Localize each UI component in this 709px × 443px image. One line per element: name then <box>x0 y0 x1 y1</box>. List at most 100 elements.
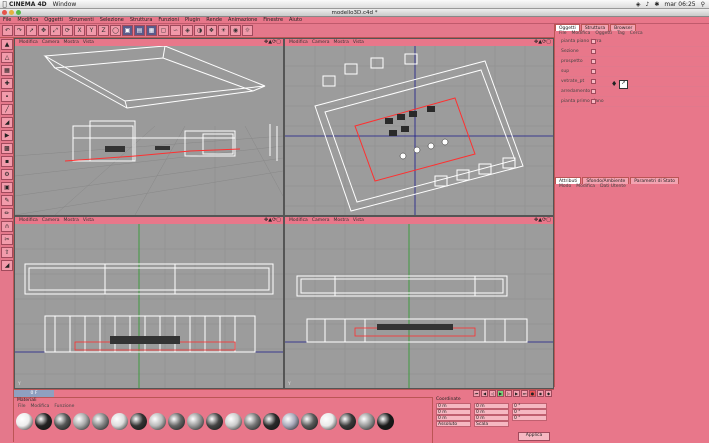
viewport-nav-icons[interactable]: ✥▲⟳▢ <box>264 217 281 224</box>
go-start-icon[interactable]: ⏮ <box>473 390 480 397</box>
visibility-icon[interactable] <box>591 49 596 54</box>
tab-browser[interactable]: Browser <box>610 24 637 31</box>
knife-icon[interactable]: ✂ <box>1 234 13 245</box>
tag-icon[interactable]: ♦ <box>611 80 617 88</box>
am-menu-dati-utente[interactable]: Dati Utente <box>600 184 626 190</box>
material-swatch[interactable] <box>339 413 356 430</box>
material-swatch[interactable] <box>263 413 280 430</box>
vp-menu-vista[interactable]: Vista <box>83 39 94 46</box>
am-menu-modo[interactable]: Modo <box>559 184 571 190</box>
scale-icon[interactable]: ⤢ <box>50 25 61 36</box>
size-mode-select[interactable]: Scala <box>474 421 509 427</box>
material-swatch[interactable] <box>54 413 71 430</box>
magnet-icon[interactable]: ∩ <box>1 221 13 232</box>
cube-icon[interactable]: ▢ <box>158 25 169 36</box>
vp-menu-vista[interactable]: Vista <box>83 217 94 224</box>
array-icon[interactable]: ◑ <box>194 25 205 36</box>
render-region-icon[interactable]: ▤ <box>134 25 145 36</box>
menu-oggetti[interactable]: Oggetti <box>41 17 66 23</box>
window-menu[interactable]: Window <box>53 1 77 8</box>
visibility-icon[interactable] <box>591 79 596 84</box>
material-swatch[interactable] <box>35 413 52 430</box>
list-item[interactable]: vetrate_pt <box>555 77 709 87</box>
select-icon[interactable]: ➚ <box>26 25 37 36</box>
coord-mode-select[interactable]: Assoluto <box>436 421 471 427</box>
record-icon[interactable]: ● <box>529 390 536 397</box>
tab-struttura[interactable]: Struttura <box>580 24 610 31</box>
camera-icon[interactable]: ◉ <box>230 25 241 36</box>
material-swatch[interactable] <box>111 413 128 430</box>
apple-icon[interactable]:  <box>0 0 9 8</box>
menu-funzioni[interactable]: Funzioni <box>155 17 182 23</box>
menu-file[interactable]: File <box>0 17 14 23</box>
tab-oggetti[interactable]: Oggetti <box>555 24 580 31</box>
light-icon[interactable]: ☼ <box>242 25 253 36</box>
menu-selezione[interactable]: Selezione <box>97 17 127 23</box>
material-swatch[interactable] <box>244 413 261 430</box>
visibility-icon[interactable] <box>591 39 596 44</box>
material-swatch[interactable] <box>320 413 337 430</box>
vp-menu-camera[interactable]: Camera <box>312 39 330 46</box>
play-icon[interactable]: ▶ <box>497 390 504 397</box>
use-axis-icon[interactable]: ✚ <box>1 78 13 89</box>
volume-icon[interactable]: ♪ <box>646 1 650 8</box>
checker-alt-icon[interactable]: ▪ <box>1 156 13 167</box>
snap-icon[interactable]: ⚙ <box>1 169 13 180</box>
prev-frame-icon[interactable]: ◁ <box>489 390 496 397</box>
material-swatch[interactable] <box>187 413 204 430</box>
render-view-icon[interactable]: ▣ <box>122 25 133 36</box>
scene-icon[interactable]: ☀ <box>218 25 229 36</box>
vp-menu-modifica[interactable]: Modifica <box>289 217 308 224</box>
animation-icon[interactable]: ▶ <box>1 130 13 141</box>
material-swatch[interactable] <box>168 413 185 430</box>
material-swatch[interactable] <box>225 413 242 430</box>
clock[interactable]: mar 06:25 <box>664 1 695 8</box>
vp-menu-mostra[interactable]: Mostra <box>333 217 348 224</box>
autokey-icon[interactable]: ◉ <box>537 390 544 397</box>
menu-plugin[interactable]: Plugin <box>182 17 203 23</box>
viewport-nav-icons[interactable]: ✥▲⟳▢ <box>264 39 281 46</box>
cursor-tag-icon[interactable]: ➚ <box>619 80 628 89</box>
mm-menu-modifica[interactable]: Modifica <box>31 404 50 410</box>
tab-sfondo[interactable]: Sfondo/Ambiente <box>582 177 630 184</box>
current-frame[interactable]: 0 F <box>14 390 54 397</box>
extrude-icon[interactable]: ⇧ <box>1 247 13 258</box>
list-item[interactable]: sup <box>555 67 709 77</box>
y-axis-icon[interactable]: Y <box>86 25 97 36</box>
close-icon[interactable] <box>2 10 7 15</box>
minimize-icon[interactable] <box>9 10 14 15</box>
visibility-icon[interactable] <box>591 99 596 104</box>
material-swatch[interactable] <box>301 413 318 430</box>
checker-icon[interactable]: ▩ <box>1 143 13 154</box>
menu-aiuto[interactable]: Aiuto <box>286 17 305 23</box>
x-axis-icon[interactable]: X <box>74 25 85 36</box>
material-swatch[interactable] <box>16 413 33 430</box>
mm-menu-funzione[interactable]: Funzione <box>54 404 74 410</box>
visibility-icon[interactable] <box>591 89 596 94</box>
wifi-icon[interactable]: ◈ <box>636 1 641 8</box>
prev-key-icon[interactable]: ◀ <box>481 390 488 397</box>
viewport-nav-icons[interactable]: ✥▲⟳▢ <box>534 39 551 46</box>
tab-parametri[interactable]: Parametri di Stato <box>630 177 680 184</box>
am-menu-modifica[interactable]: Modifica <box>576 184 595 190</box>
visibility-icon[interactable] <box>591 59 596 64</box>
vp-menu-camera[interactable]: Camera <box>312 217 330 224</box>
vp-menu-mostra[interactable]: Mostra <box>63 39 78 46</box>
use-texture-icon[interactable]: ▦ <box>1 65 13 76</box>
material-swatch[interactable] <box>73 413 90 430</box>
vp-menu-vista[interactable]: Vista <box>353 39 364 46</box>
vp-menu-mostra[interactable]: Mostra <box>63 217 78 224</box>
menu-finestre[interactable]: Finestre <box>260 17 286 23</box>
nurbs-icon[interactable]: ◈ <box>182 25 193 36</box>
viewport-nav-icons[interactable]: ✥▲⟳▢ <box>534 217 551 224</box>
material-swatch[interactable] <box>377 413 394 430</box>
vp-menu-mostra[interactable]: Mostra <box>333 39 348 46</box>
z-axis-icon[interactable]: Z <box>98 25 109 36</box>
viewport-perspective[interactable]: Modifica Camera Mostra Vista ✥▲⟳▢ <box>14 38 284 216</box>
vp-menu-modifica[interactable]: Modifica <box>289 39 308 46</box>
material-swatch[interactable] <box>149 413 166 430</box>
bevel-icon[interactable]: ◢ <box>1 260 13 271</box>
list-item[interactable]: pianta primo piano <box>555 97 709 107</box>
go-end-icon[interactable]: ⏭ <box>521 390 528 397</box>
coord-system-icon[interactable]: ◯ <box>110 25 121 36</box>
